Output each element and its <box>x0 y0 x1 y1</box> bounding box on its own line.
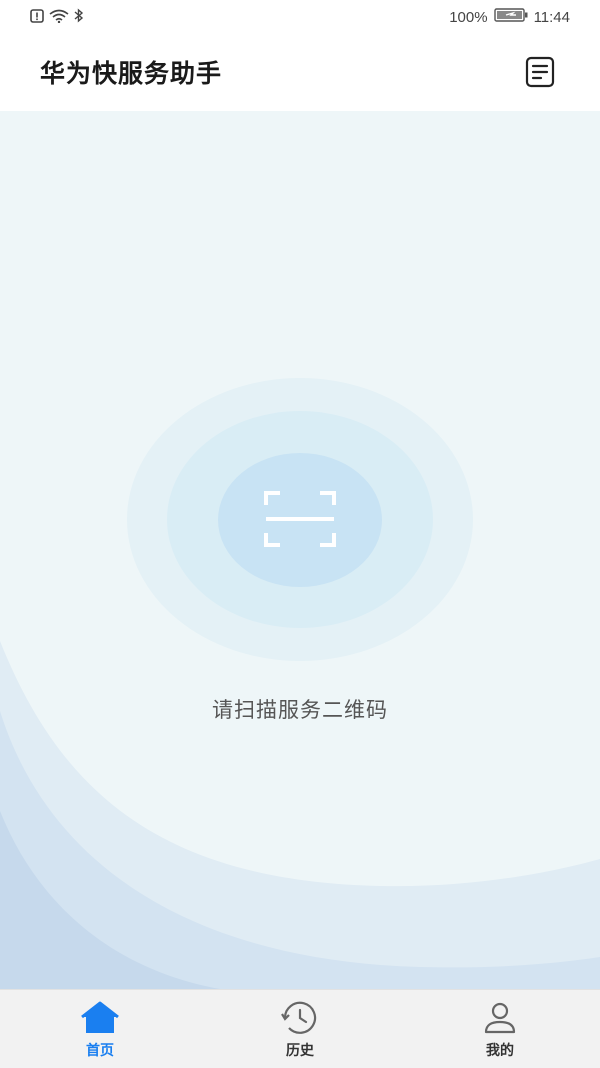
tab-profile[interactable]: 我的 <box>400 990 600 1068</box>
main-content: 请扫描服务二维码 <box>0 111 600 989</box>
history-clock-icon <box>280 1000 320 1036</box>
home-icon <box>80 1000 120 1036</box>
tab-history-label: 历史 <box>286 1043 314 1059</box>
sim-alert-icon <box>30 8 44 27</box>
app-header: 华为快服务助手 <box>0 34 600 111</box>
status-left-icons <box>30 8 84 27</box>
tab-history[interactable]: 历史 <box>200 990 400 1068</box>
user-profile-icon <box>480 1000 520 1036</box>
tab-home-label: 首页 <box>86 1043 114 1059</box>
battery-charging-icon <box>493 8 528 26</box>
tab-home[interactable]: 首页 <box>0 990 200 1068</box>
bottom-tab-bar: 首页 历史 我的 <box>0 989 600 1068</box>
scan-button[interactable] <box>127 378 473 661</box>
document-list-button[interactable] <box>520 54 560 94</box>
document-list-icon <box>524 56 556 92</box>
status-right: 100% 11:44 <box>449 8 570 26</box>
tab-profile-label: 我的 <box>486 1043 514 1059</box>
wifi-icon <box>49 9 69 27</box>
bluetooth-icon <box>74 8 84 27</box>
status-bar: 100% 11:44 <box>0 0 600 34</box>
scan-frame-icon <box>264 489 336 549</box>
clock-time: 11:44 <box>533 8 570 26</box>
battery-percent: 100% <box>449 8 488 26</box>
scan-hint-text: 请扫描服务二维码 <box>212 698 388 722</box>
page-title: 华为快服务助手 <box>40 59 223 88</box>
